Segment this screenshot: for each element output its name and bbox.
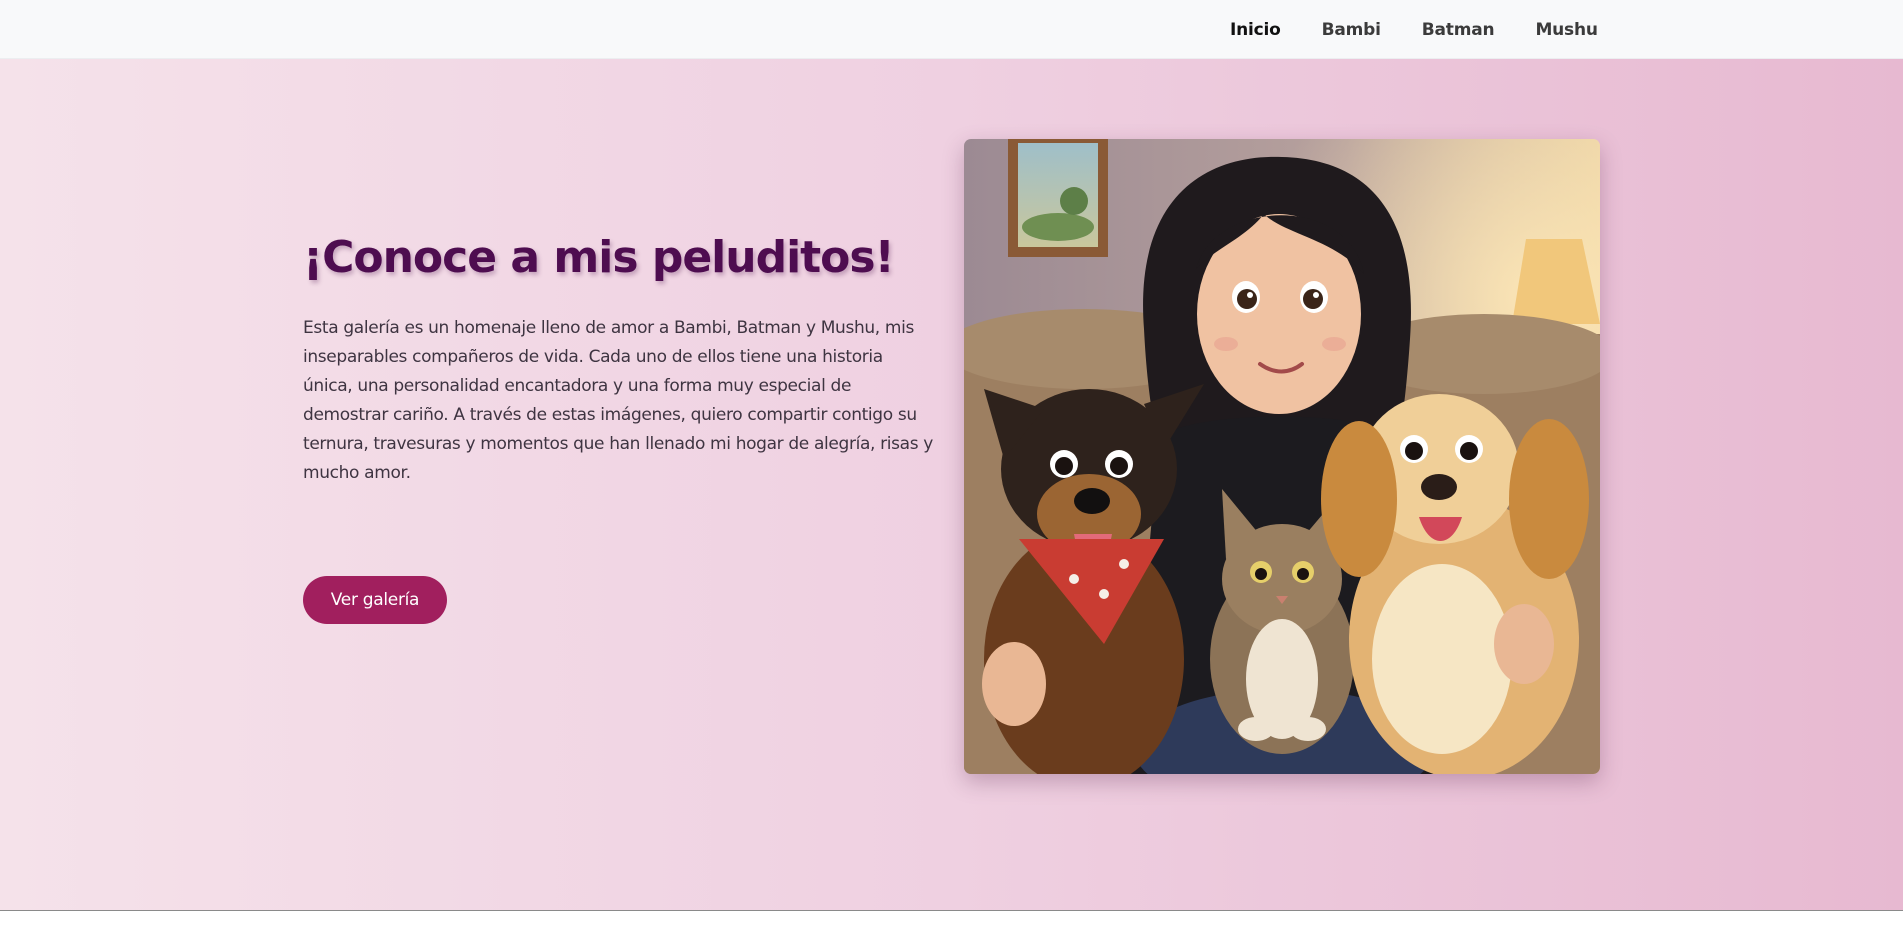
nav-link-bambi[interactable]: Bambi <box>1322 20 1381 40</box>
nav-link-mushu[interactable]: Mushu <box>1535 20 1598 40</box>
hero-section <box>0 59 1903 911</box>
section-divider <box>0 910 1903 911</box>
hero-title: ¡Conoce a mis peluditos! <box>303 232 895 283</box>
hero-image <box>964 139 1600 774</box>
hero-description: Esta galería es un homenaje lleno de amo… <box>303 318 934 483</box>
view-gallery-button[interactable]: Ver galería <box>303 576 447 624</box>
navbar: Inicio Bambi Batman Mushu <box>0 0 1903 59</box>
nav-link-batman[interactable]: Batman <box>1422 20 1495 40</box>
nav-links: Inicio Bambi Batman Mushu <box>1230 0 1639 59</box>
pets-illustration <box>964 139 1600 774</box>
nav-link-inicio[interactable]: Inicio <box>1230 20 1281 40</box>
